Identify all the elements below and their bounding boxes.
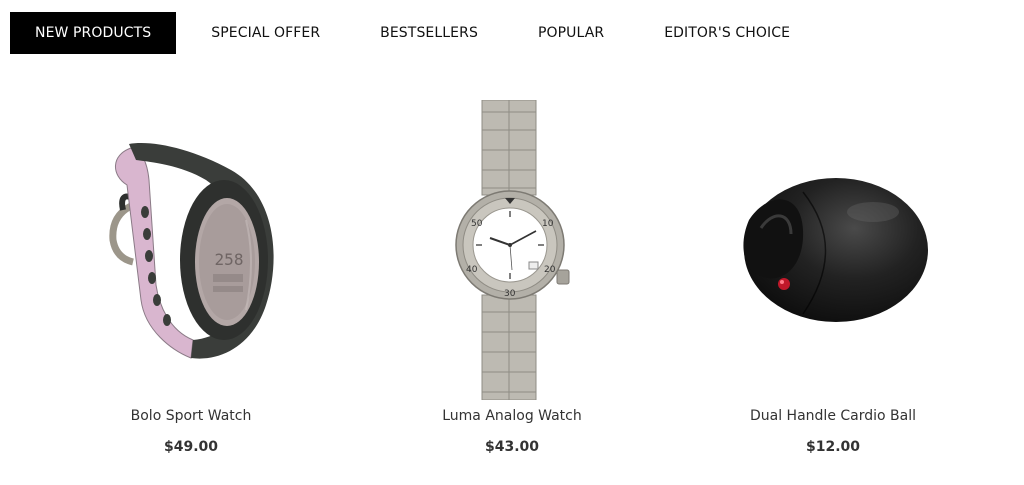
cardio-ball-icon — [743, 178, 928, 322]
product-card-bolo-sport-watch[interactable]: 258 Bolo Sport Watch $49.00 — [41, 100, 341, 470]
tab-popular[interactable]: POPULAR — [503, 12, 629, 54]
product-card-luma-analog-watch[interactable]: 50 10 40 20 30 Luma Analog Watch $43.00 — [362, 100, 662, 470]
product-image[interactable]: 50 10 40 20 30 — [362, 100, 662, 400]
product-grid: 258 Bolo Sport Watch $49.00 50 10 40 20 … — [0, 100, 1024, 470]
digital-sport-watch-icon: 258 — [109, 143, 274, 359]
product-price: $43.00 — [484, 439, 540, 455]
watch-display: 258 — [215, 250, 244, 269]
tab-new-products[interactable]: NEW PRODUCTS — [10, 12, 177, 54]
product-price: $12.00 — [805, 439, 861, 455]
product-name[interactable]: Luma Analog Watch — [362, 408, 662, 424]
tab-bestsellers[interactable]: BESTSELLERS — [345, 12, 503, 54]
product-name[interactable]: Dual Handle Cardio Ball — [683, 408, 983, 424]
tab-special-offer[interactable]: SPECIAL OFFER — [176, 12, 345, 54]
tab-editors-choice[interactable]: EDITOR'S CHOICE — [629, 12, 815, 54]
analog-watch-icon: 50 10 40 20 30 — [455, 100, 570, 400]
bezel-label: 20 — [544, 265, 556, 275]
product-name[interactable]: Bolo Sport Watch — [41, 408, 341, 424]
product-tabs: NEW PRODUCTS SPECIAL OFFER BESTSELLERS P… — [10, 12, 815, 54]
product-card-dual-handle-cardio-ball[interactable]: Dual Handle Cardio Ball $12.00 — [683, 100, 983, 470]
bezel-label: 40 — [466, 265, 478, 275]
product-price: $49.00 — [163, 439, 219, 455]
product-image[interactable] — [683, 100, 983, 400]
bezel-label: 10 — [542, 219, 554, 229]
bezel-label: 50 — [471, 219, 483, 229]
product-image[interactable]: 258 — [41, 100, 341, 400]
bezel-label: 30 — [504, 289, 516, 299]
